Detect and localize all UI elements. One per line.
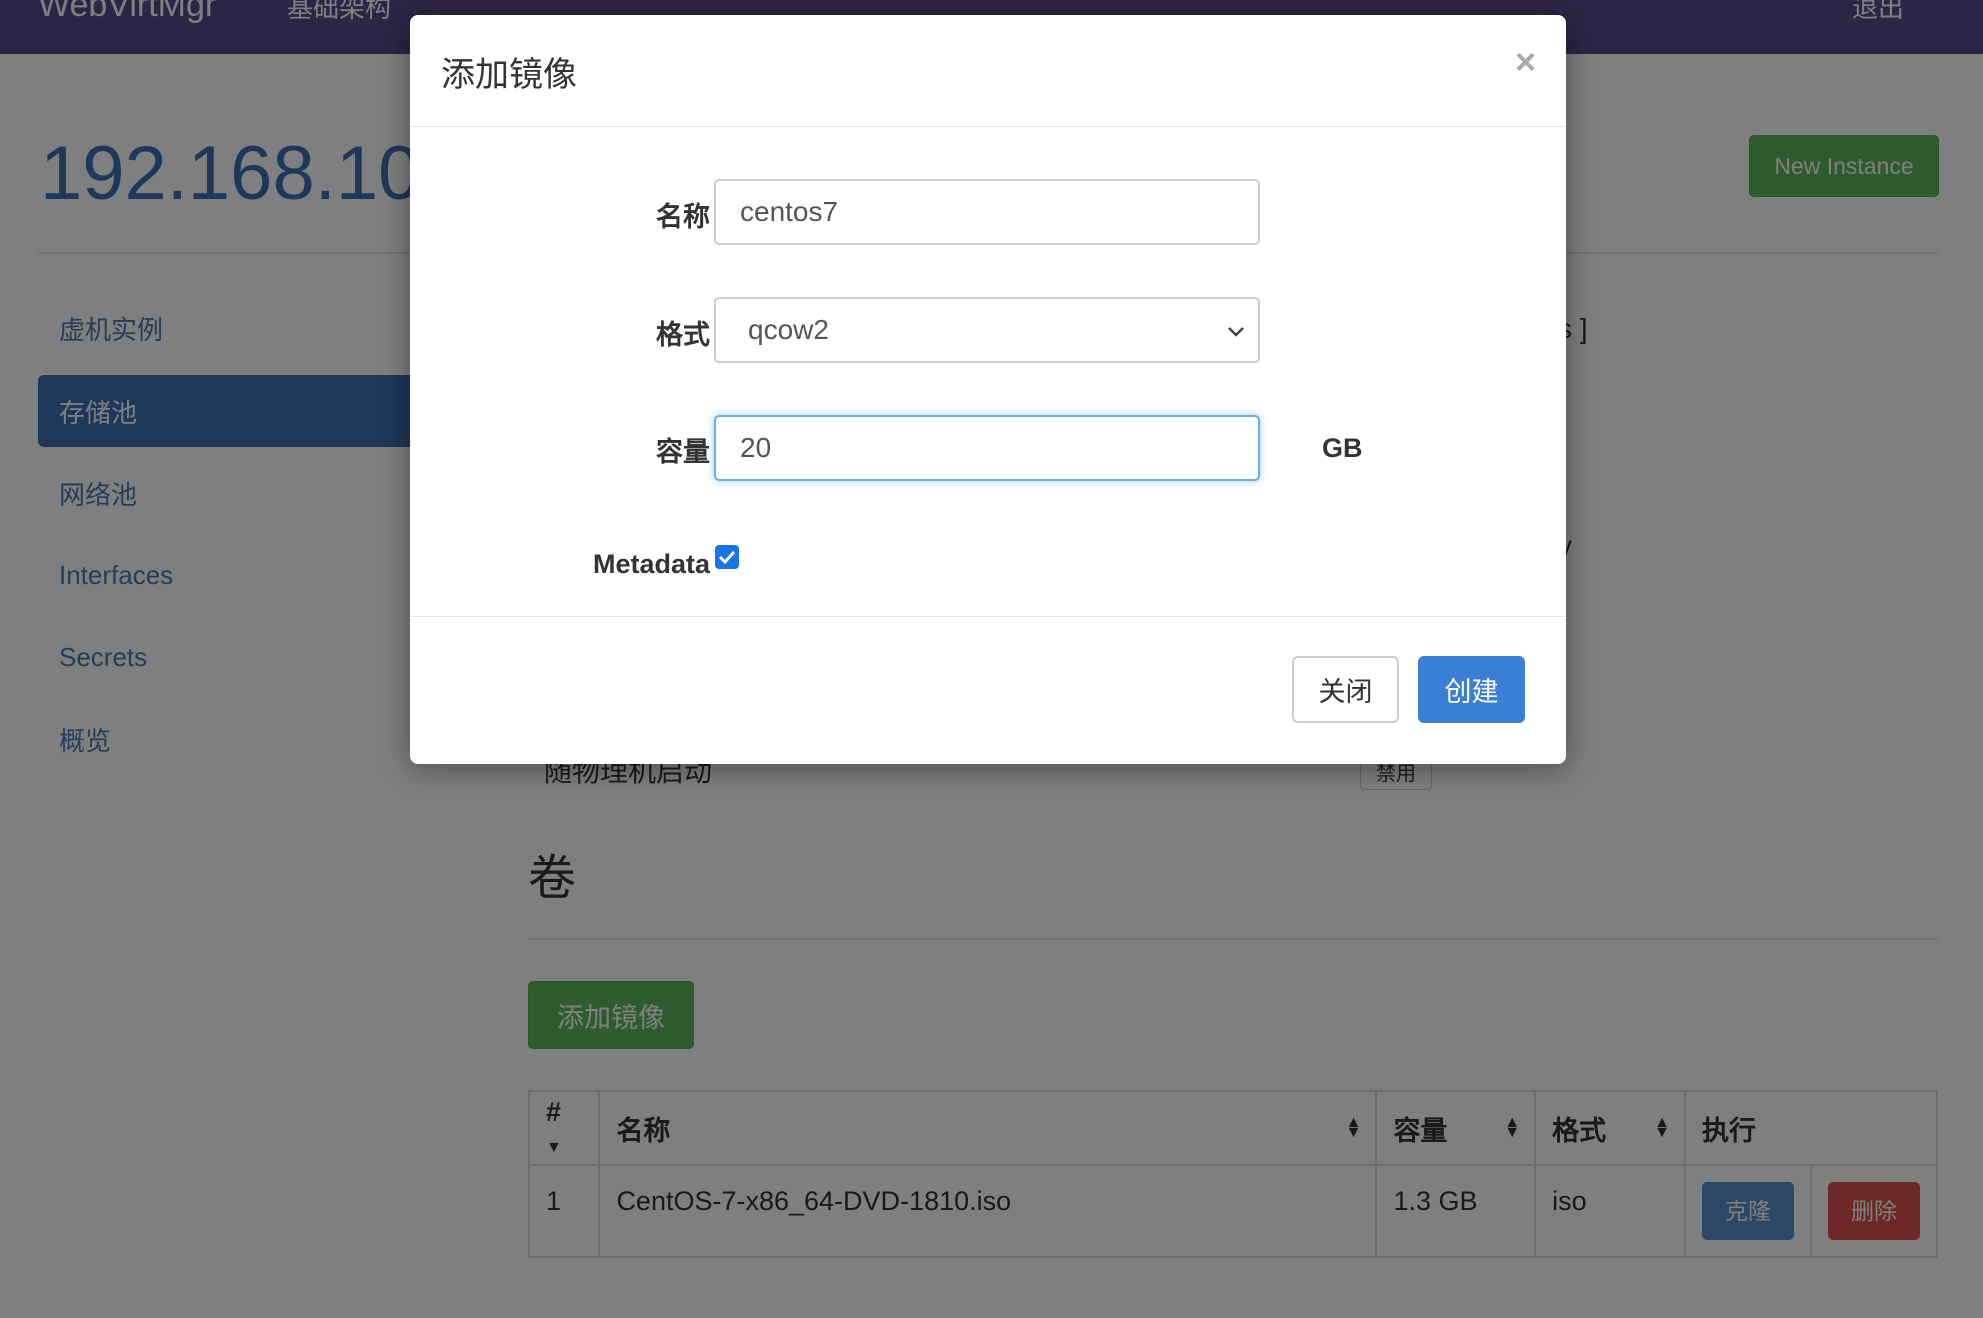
size-input[interactable]: 20 bbox=[714, 415, 1260, 481]
name-label: 名称 bbox=[656, 202, 710, 232]
format-select[interactable]: qcow2 bbox=[714, 297, 1260, 363]
modal-title: 添加镜像 bbox=[441, 56, 577, 94]
close-button[interactable]: 关闭 bbox=[1292, 656, 1399, 723]
size-label: 容量 bbox=[656, 437, 710, 467]
divider bbox=[410, 126, 1566, 127]
checkmark-icon bbox=[718, 550, 736, 565]
metadata-checkbox[interactable] bbox=[715, 545, 739, 569]
name-input[interactable]: centos7 bbox=[714, 179, 1260, 245]
divider bbox=[410, 616, 1566, 617]
chevron-down-icon bbox=[1228, 327, 1244, 337]
close-icon[interactable]: × bbox=[1515, 41, 1536, 83]
create-button[interactable]: 创建 bbox=[1418, 656, 1525, 723]
format-label: 格式 bbox=[656, 320, 710, 350]
add-image-modal: 添加镜像 × 名称 centos7 格式 qcow2 容量 20 GB Meta… bbox=[410, 15, 1566, 764]
format-selected-value: qcow2 bbox=[748, 314, 829, 345]
metadata-label: Metadata bbox=[592, 549, 710, 579]
size-unit-label: GB bbox=[1322, 433, 1363, 463]
